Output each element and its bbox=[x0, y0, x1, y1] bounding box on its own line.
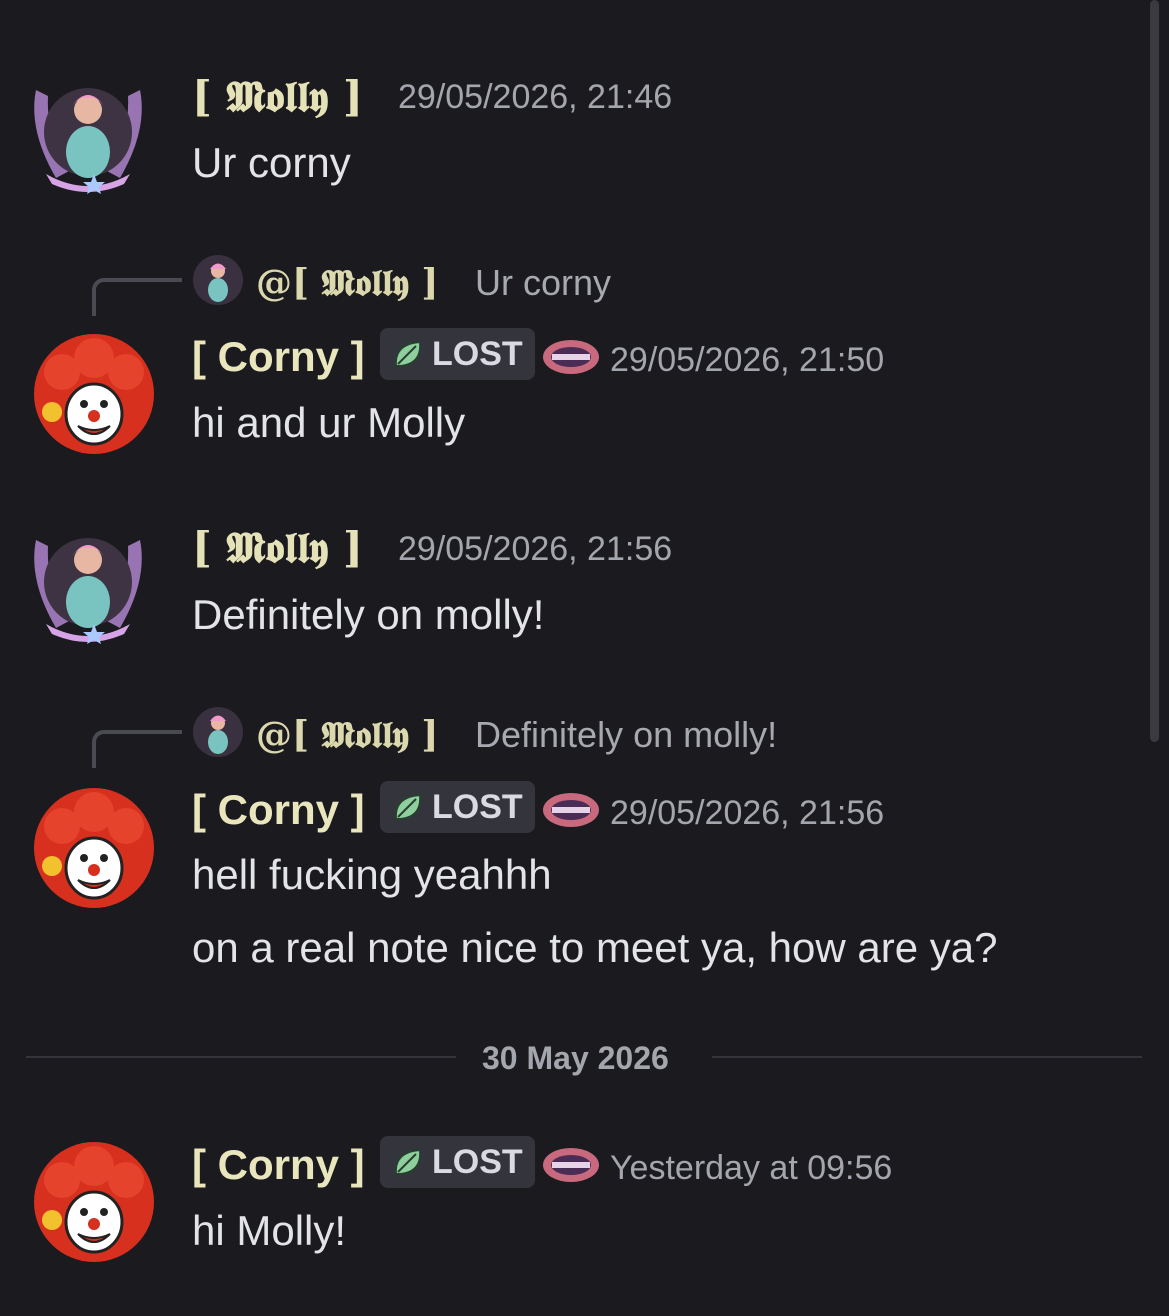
message-text: hi Molly! bbox=[192, 1207, 347, 1254]
clown-avatar-icon bbox=[34, 1142, 154, 1262]
leaf-icon bbox=[394, 793, 422, 820]
reply-avatar-molly[interactable] bbox=[192, 706, 244, 758]
molly-avatar-icon bbox=[34, 88, 142, 194]
reply-connector bbox=[92, 278, 182, 316]
message-timestamp: 29/05/2026, 21:50 bbox=[610, 341, 885, 379]
molly-avatar-icon bbox=[193, 255, 243, 305]
message-text: hell fucking yeahhh bbox=[192, 851, 552, 898]
message-text: Definitely on molly! bbox=[192, 591, 545, 638]
username-corny[interactable]: [ Corny ] bbox=[192, 336, 365, 378]
guild-emblem-icon bbox=[542, 791, 600, 829]
molly-avatar-icon bbox=[34, 538, 142, 644]
corny-avatar[interactable] bbox=[32, 786, 156, 910]
message-text: on a real note nice to meet ya, how are … bbox=[192, 924, 998, 971]
guild-emblem-icon bbox=[542, 1146, 600, 1184]
tag-label: LOST bbox=[432, 788, 523, 826]
message-text: hi and ur Molly bbox=[192, 399, 466, 446]
message-text: Ur corny bbox=[192, 139, 351, 186]
date-divider-label: 30 May 2026 bbox=[482, 1040, 669, 1076]
date-divider-line bbox=[26, 1056, 456, 1058]
user-tag-badge[interactable]: LOST bbox=[380, 781, 535, 833]
molly-avatar[interactable] bbox=[26, 70, 150, 194]
reply-mention[interactable]: @[ 𝕸𝖔𝖑𝖑𝖞 ] bbox=[256, 265, 438, 301]
username-corny[interactable]: [ Corny ] bbox=[192, 1144, 365, 1186]
reply-mention[interactable]: @[ 𝕸𝖔𝖑𝖑𝖞 ] bbox=[256, 717, 438, 753]
reply-preview-text[interactable]: Definitely on molly! bbox=[475, 717, 777, 753]
user-tag-badge[interactable]: LOST bbox=[380, 1136, 535, 1188]
scrollbar[interactable] bbox=[1150, 0, 1159, 742]
chat-view: [ 𝕸𝖔𝖑𝖑𝖞 ] 29/05/2026, 21:46 Ur corny @[ … bbox=[0, 0, 1169, 1316]
leaf-icon bbox=[394, 340, 422, 367]
username-corny[interactable]: [ Corny ] bbox=[192, 789, 365, 831]
message-timestamp: 29/05/2026, 21:56 bbox=[610, 794, 885, 832]
reply-preview-text[interactable]: Ur corny bbox=[475, 265, 611, 301]
user-tag-badge[interactable]: LOST bbox=[380, 328, 535, 380]
reply-avatar-molly[interactable] bbox=[192, 254, 244, 306]
clown-avatar-icon bbox=[34, 334, 154, 454]
message-timestamp: 29/05/2026, 21:56 bbox=[398, 530, 673, 568]
clown-avatar-icon bbox=[34, 788, 154, 908]
tag-label: LOST bbox=[432, 335, 523, 373]
corny-avatar[interactable] bbox=[32, 1140, 156, 1264]
reply-connector bbox=[92, 730, 182, 768]
username-molly[interactable]: [ 𝕸𝖔𝖑𝖑𝖞 ] bbox=[192, 527, 363, 569]
date-divider-line bbox=[712, 1056, 1142, 1058]
molly-avatar[interactable] bbox=[26, 520, 150, 644]
molly-avatar-icon bbox=[193, 707, 243, 757]
leaf-icon bbox=[394, 1148, 422, 1175]
username-molly[interactable]: [ 𝕸𝖔𝖑𝖑𝖞 ] bbox=[192, 76, 363, 118]
tag-label: LOST bbox=[432, 1143, 523, 1181]
guild-emblem-icon bbox=[542, 338, 600, 376]
message-timestamp: Yesterday at 09:56 bbox=[610, 1149, 893, 1187]
corny-avatar[interactable] bbox=[32, 332, 156, 456]
message-timestamp: 29/05/2026, 21:46 bbox=[398, 78, 673, 116]
